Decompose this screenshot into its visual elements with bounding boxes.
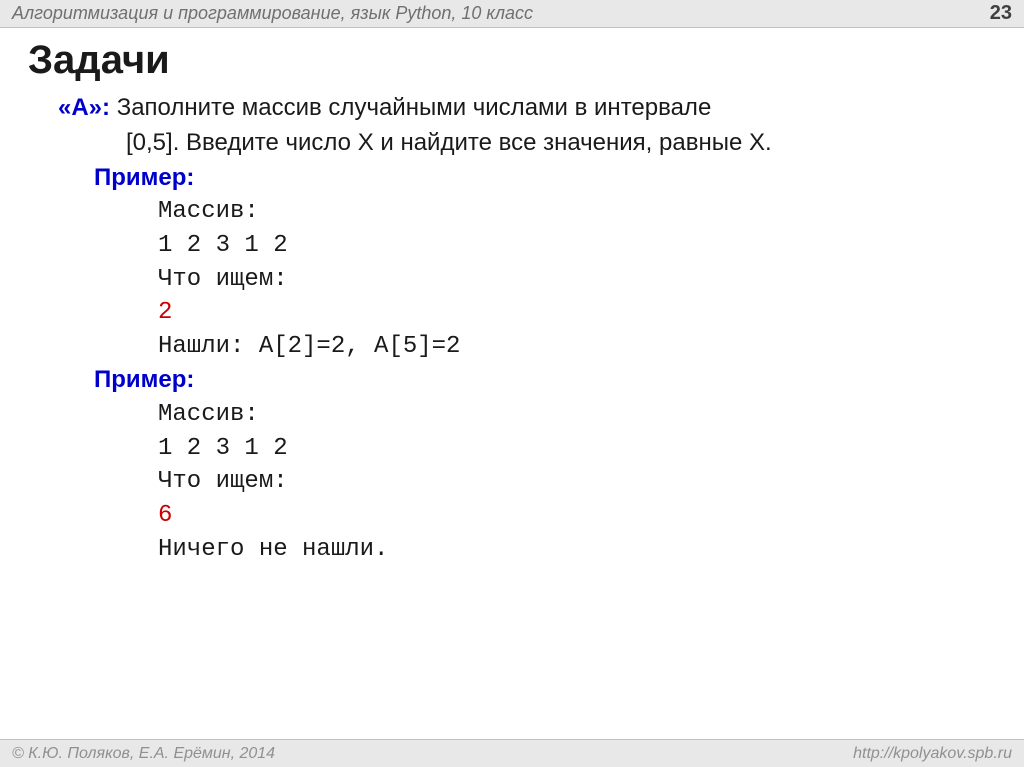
- example2-result: Ничего не нашли.: [158, 533, 996, 567]
- task-text-1: Заполните массив случайными числами в ин…: [110, 94, 711, 121]
- example1-array-values: 1 2 3 1 2: [158, 229, 996, 263]
- main-title: Задачи: [28, 38, 996, 83]
- example1-label: Пример:: [94, 161, 996, 196]
- example1-result: Нашли: A[2]=2, A[5]=2: [158, 330, 996, 364]
- example2-search-label: Что ищем:: [158, 465, 996, 499]
- example1-search-value: 2: [158, 296, 996, 330]
- task-description-line2: [0,5]. Введите число X и найдите все зна…: [126, 126, 996, 161]
- example-heading-2: Пример:: [94, 366, 194, 393]
- example2-array-label: Массив:: [158, 398, 996, 432]
- footer-url: http://kpolyakov.spb.ru: [853, 745, 1012, 763]
- page-number: 23: [990, 2, 1012, 25]
- task-block: «A»: Заполните массив случайными числами…: [58, 91, 996, 566]
- example2-search-value: 6: [158, 499, 996, 533]
- example1-array-label: Массив:: [158, 195, 996, 229]
- header-title: Алгоритмизация и программирование, язык …: [12, 3, 533, 24]
- task-label: «A»:: [58, 94, 110, 121]
- example2-label: Пример:: [94, 363, 996, 398]
- slide-header: Алгоритмизация и программирование, язык …: [0, 0, 1024, 28]
- slide-content: Задачи «A»: Заполните массив случайными …: [0, 28, 1024, 576]
- slide-footer: © К.Ю. Поляков, Е.А. Ерёмин, 2014 http:/…: [0, 739, 1024, 767]
- example-heading-1: Пример:: [94, 164, 194, 191]
- example1-search-label: Что ищем:: [158, 263, 996, 297]
- footer-copyright: © К.Ю. Поляков, Е.А. Ерёмин, 2014: [12, 745, 275, 763]
- task-description-line1: «A»: Заполните массив случайными числами…: [58, 91, 996, 126]
- example2-array-values: 1 2 3 1 2: [158, 432, 996, 466]
